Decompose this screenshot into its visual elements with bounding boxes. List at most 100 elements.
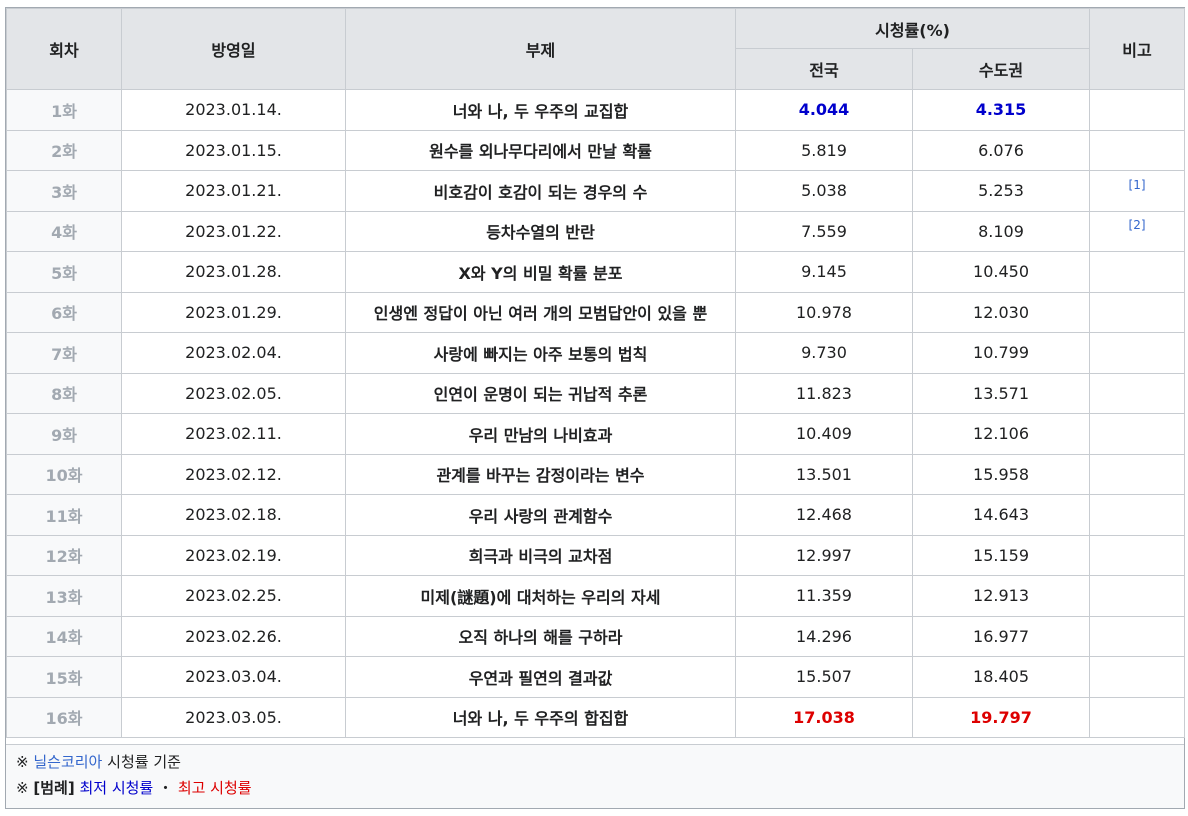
table-row: 11화 2023.02.18. 우리 사랑의 관계함수 12.468 14.643 — [6, 494, 1186, 536]
note-cell — [1089, 453, 1186, 495]
footnote-link[interactable]: [1] — [1129, 178, 1146, 192]
header-airdate: 방영일 — [121, 8, 346, 90]
table-row: 16화 2023.03.05. 너와 나, 두 우주의 합집합 17.038 19.79… — [6, 696, 1186, 738]
nationwide-rating-cell: 12.997 — [735, 534, 913, 576]
episode-cell[interactable]: 4화 — [6, 210, 122, 252]
header-subtitle: 부제 — [345, 8, 736, 90]
episode-cell[interactable]: 14화 — [6, 615, 122, 657]
airdate-cell: 2023.02.12. — [121, 453, 346, 495]
episode-cell[interactable]: 6화 — [6, 291, 122, 333]
capital-rating-cell: 14.643 — [911, 494, 1091, 536]
nationwide-rating-cell: 11.359 — [735, 575, 913, 617]
nationwide-rating-cell: 10.409 — [735, 413, 913, 455]
note-cell — [1089, 615, 1186, 657]
episode-cell[interactable]: 13화 — [6, 575, 122, 617]
nationwide-rating-cell: 11.823 — [735, 372, 913, 414]
episode-cell[interactable]: 16화 — [6, 696, 122, 738]
note-cell — [1089, 575, 1186, 617]
table-footer: ※ 닐슨코리아 시청률 기준 ※ [범례] 최저 시청률 ・ 최고 시청률 — [6, 744, 1184, 808]
airdate-cell: 2023.01.21. — [121, 170, 346, 212]
nationwide-rating-cell: 9.145 — [735, 251, 913, 293]
subtitle-cell: 우연과 필연의 결과값 — [345, 656, 736, 698]
note-cell — [1089, 413, 1186, 455]
capital-rating-cell: 10.450 — [911, 251, 1091, 293]
capital-rating-cell: 15.958 — [911, 453, 1091, 495]
legend-lowest: 최저 시청률 — [79, 779, 154, 797]
note-cell — [1089, 251, 1186, 293]
episode-cell[interactable]: 12화 — [6, 534, 122, 576]
note-cell[interactable]: [1] — [1089, 170, 1186, 212]
airdate-cell: 2023.02.26. — [121, 615, 346, 657]
subtitle-cell: 관계를 바꾸는 감정이라는 변수 — [345, 453, 736, 495]
airdate-cell: 2023.03.04. — [121, 656, 346, 698]
header-notes: 비고 — [1089, 8, 1186, 90]
subtitle-cell: 인생엔 정답이 아닌 여러 개의 모범답안이 있을 뿐 — [345, 291, 736, 333]
capital-rating-cell: 15.159 — [911, 534, 1091, 576]
note-cell — [1089, 494, 1186, 536]
episode-cell[interactable]: 3화 — [6, 170, 122, 212]
nationwide-rating-cell: 7.559 — [735, 210, 913, 252]
nationwide-rating-cell: 17.038 — [735, 696, 913, 738]
capital-rating-cell: 12.030 — [911, 291, 1091, 333]
airdate-cell: 2023.01.29. — [121, 291, 346, 333]
note-cell[interactable]: [2] — [1089, 210, 1186, 252]
note-cell — [1089, 332, 1186, 374]
nationwide-rating-cell: 9.730 — [735, 332, 913, 374]
subtitle-cell: 등차수열의 반란 — [345, 210, 736, 252]
nationwide-rating-cell: 5.038 — [735, 170, 913, 212]
ratings-table-container: 회차 방영일 부제 시청률(%) 비고 전국 수도권 1화 2023.01.14.… — [5, 7, 1186, 809]
episode-cell[interactable]: 1화 — [6, 89, 122, 131]
capital-rating-cell: 10.799 — [911, 332, 1091, 374]
table-row: 1화 2023.01.14. 너와 나, 두 우주의 교집합 4.044 4.315 — [6, 89, 1186, 131]
subtitle-cell: 우리 만남의 나비효과 — [345, 413, 736, 455]
episode-cell[interactable]: 5화 — [6, 251, 122, 293]
table-row: 4화 2023.01.22. 등차수열의 반란 7.559 8.109 [2] — [6, 210, 1186, 252]
nationwide-rating-cell: 15.507 — [735, 656, 913, 698]
header-capital: 수도권 — [911, 48, 1091, 90]
subtitle-cell: 희극과 비극의 교차점 — [345, 534, 736, 576]
nationwide-rating-cell: 4.044 — [735, 89, 913, 131]
nationwide-rating-cell: 10.978 — [735, 291, 913, 333]
subtitle-cell: 너와 나, 두 우주의 교집합 — [345, 89, 736, 131]
capital-rating-cell: 8.109 — [911, 210, 1091, 252]
table-row: 13화 2023.02.25. 미제(謎題)에 대처하는 우리의 자세 11.359 1… — [6, 575, 1186, 617]
subtitle-cell: 사랑에 빠지는 아주 보통의 법칙 — [345, 332, 736, 374]
airdate-cell: 2023.02.11. — [121, 413, 346, 455]
capital-rating-cell: 4.315 — [911, 89, 1091, 131]
capital-rating-cell: 6.076 — [911, 129, 1091, 171]
table-row: 8화 2023.02.05. 인연이 운명이 되는 귀납적 추론 11.823 13.5… — [6, 372, 1186, 414]
legend-label: [범례] — [33, 779, 75, 797]
nationwide-rating-cell: 5.819 — [735, 129, 913, 171]
footnote-link[interactable]: [2] — [1129, 218, 1146, 232]
episode-cell[interactable]: 9화 — [6, 413, 122, 455]
nationwide-rating-cell: 13.501 — [735, 453, 913, 495]
airdate-cell: 2023.02.05. — [121, 372, 346, 414]
note-cell — [1089, 129, 1186, 171]
episode-cell[interactable]: 8화 — [6, 372, 122, 414]
header-nationwide: 전국 — [735, 48, 913, 90]
table-row: 9화 2023.02.11. 우리 만남의 나비효과 10.409 12.106 — [6, 413, 1186, 455]
airdate-cell: 2023.02.18. — [121, 494, 346, 536]
subtitle-cell: 미제(謎題)에 대처하는 우리의 자세 — [345, 575, 736, 617]
nationwide-rating-cell: 14.296 — [735, 615, 913, 657]
header-ratings: 시청률(%) — [734, 8, 1091, 49]
episode-cell[interactable]: 2화 — [6, 129, 122, 171]
episode-cell[interactable]: 10화 — [6, 453, 122, 495]
airdate-cell: 2023.03.05. — [121, 696, 346, 738]
table-row: 15화 2023.03.04. 우연과 필연의 결과값 15.507 18.405 — [6, 656, 1186, 698]
capital-rating-cell: 18.405 — [911, 656, 1091, 698]
footer-legend-line: ※ [범례] 최저 시청률 ・ 최고 시청률 — [16, 777, 252, 799]
legend-highest: 최고 시청률 — [177, 779, 252, 797]
airdate-cell: 2023.01.14. — [121, 89, 346, 131]
note-cell — [1089, 372, 1186, 414]
nielsen-korea-link[interactable]: 닐슨코리아 — [33, 753, 102, 771]
episode-cell[interactable]: 11화 — [6, 494, 122, 536]
episode-cell[interactable]: 15화 — [6, 656, 122, 698]
capital-rating-cell: 16.977 — [911, 615, 1091, 657]
episode-cell[interactable]: 7화 — [6, 332, 122, 374]
capital-rating-cell: 13.571 — [911, 372, 1091, 414]
airdate-cell: 2023.02.19. — [121, 534, 346, 576]
note-cell — [1089, 534, 1186, 576]
footer-source-line: ※ 닐슨코리아 시청률 기준 — [16, 751, 181, 773]
subtitle-cell: 인연이 운명이 되는 귀납적 추론 — [345, 372, 736, 414]
